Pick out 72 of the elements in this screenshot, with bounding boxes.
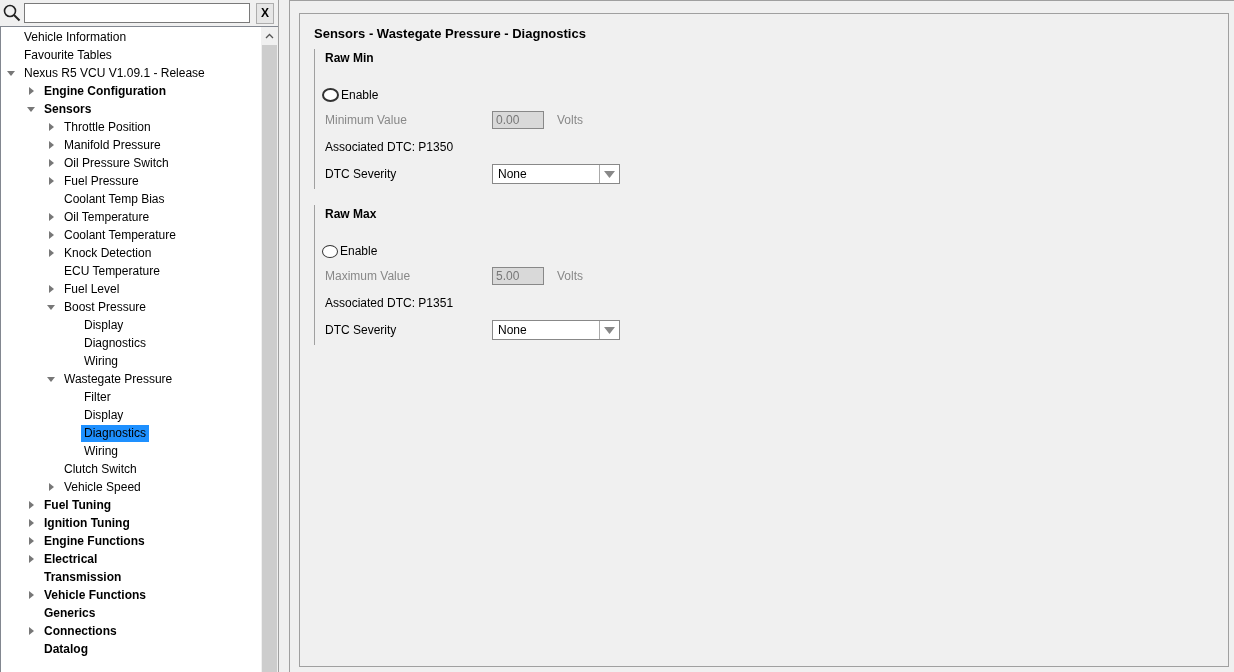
dtc-label: Associated DTC: P1351 xyxy=(325,295,455,312)
expand-arrow-icon[interactable] xyxy=(26,500,36,510)
expand-arrow-icon[interactable] xyxy=(46,122,56,132)
tree-item[interactable]: Fuel Pressure xyxy=(61,172,142,190)
scroll-up-icon[interactable] xyxy=(265,33,274,39)
tree-item[interactable]: Sensors xyxy=(41,100,95,118)
collapse-arrow-icon[interactable] xyxy=(26,104,36,114)
expand-arrow-icon[interactable] xyxy=(46,284,56,294)
collapse-arrow-icon[interactable] xyxy=(6,68,16,78)
expand-arrow-icon[interactable] xyxy=(26,554,36,564)
expand-arrow-icon[interactable] xyxy=(26,86,36,96)
search-field[interactable] xyxy=(24,3,251,23)
expand-arrow-icon[interactable] xyxy=(46,140,56,150)
tree-item[interactable]: Fuel Level xyxy=(61,280,123,298)
tree-item[interactable]: ECU Temperature xyxy=(61,262,163,280)
tree-item[interactable]: Oil Temperature xyxy=(61,208,153,226)
tree-item[interactable]: Ignition Tuning xyxy=(41,514,133,532)
search-icon xyxy=(3,4,21,22)
unit-label: Volts xyxy=(557,113,583,127)
tree-item[interactable]: Vehicle Speed xyxy=(61,478,144,496)
tree-item[interactable]: Display xyxy=(81,316,127,334)
tree-item[interactable]: Coolant Temp Bias xyxy=(61,190,168,208)
expand-arrow-icon[interactable] xyxy=(46,248,56,258)
caret-icon xyxy=(604,170,615,178)
tree-item[interactable]: Clutch Switch xyxy=(61,460,140,478)
tree-item[interactable]: Manifold Pressure xyxy=(61,136,164,154)
tree-item[interactable]: Oil Pressure Switch xyxy=(61,154,172,172)
expand-arrow-icon[interactable] xyxy=(26,626,36,636)
tree-item[interactable]: Diagnostics xyxy=(81,424,150,442)
dtc-label: Associated DTC: P1350 xyxy=(325,139,455,156)
expand-arrow-icon[interactable] xyxy=(46,212,56,222)
caret-icon xyxy=(604,326,615,334)
tree-item[interactable]: Knock Detection xyxy=(61,244,155,262)
unit-label: Volts xyxy=(557,269,583,283)
clear-button[interactable]: X xyxy=(256,2,274,24)
tree-item[interactable]: Throttle Position xyxy=(61,118,154,136)
tree-item[interactable]: Display xyxy=(81,406,127,424)
panel-title: Sensors - Wastegate Pressure - Diagnostics xyxy=(314,26,587,41)
field-label: Maximum Value xyxy=(325,269,412,283)
tree-item[interactable]: Wastegate Pressure xyxy=(61,370,176,388)
expand-arrow-icon[interactable] xyxy=(46,230,56,240)
tree-item[interactable]: Engine Configuration xyxy=(41,82,169,100)
tree-item[interactable]: Connections xyxy=(41,622,120,640)
tree-item[interactable]: Diagnostics xyxy=(81,334,150,352)
tree-item[interactable]: Transmission xyxy=(41,568,125,586)
expand-arrow-icon[interactable] xyxy=(26,536,36,546)
expand-arrow-icon[interactable] xyxy=(26,590,36,600)
tree-item[interactable]: Favourite Tables xyxy=(21,46,115,64)
expand-arrow-icon[interactable] xyxy=(46,176,56,186)
collapse-arrow-icon[interactable] xyxy=(46,374,56,384)
tree-item[interactable]: Generics xyxy=(41,604,99,622)
tree-item[interactable]: Nexus R5 VCU V1.09.1 - Release xyxy=(21,64,208,82)
group-title: Raw Max xyxy=(325,207,378,223)
field-label: Minimum Value xyxy=(325,113,408,127)
expand-arrow-icon[interactable] xyxy=(46,482,56,492)
tree-item[interactable]: Boost Pressure xyxy=(61,298,150,316)
tree-item[interactable]: Electrical xyxy=(41,550,101,568)
expand-arrow-icon[interactable] xyxy=(26,518,36,528)
tree-item[interactable]: Filter xyxy=(81,388,114,406)
tree-item[interactable]: Vehicle Functions xyxy=(41,586,150,604)
tree-item[interactable]: Engine Functions xyxy=(41,532,148,550)
tree-item[interactable]: Wiring xyxy=(81,442,121,460)
tree-item[interactable]: Datalog xyxy=(41,640,91,658)
collapse-arrow-icon[interactable] xyxy=(46,302,56,312)
group-title: Raw Min xyxy=(325,51,375,67)
expand-arrow-icon[interactable] xyxy=(46,158,56,168)
tree-item[interactable]: Wiring xyxy=(81,352,121,370)
tree-item[interactable]: Coolant Temperature xyxy=(61,226,179,244)
field-label: DTC Severity xyxy=(325,167,398,181)
tree-item[interactable]: Vehicle Information xyxy=(21,28,130,46)
tree-item[interactable]: Fuel Tuning xyxy=(41,496,115,514)
field-label: DTC Severity xyxy=(325,323,398,337)
